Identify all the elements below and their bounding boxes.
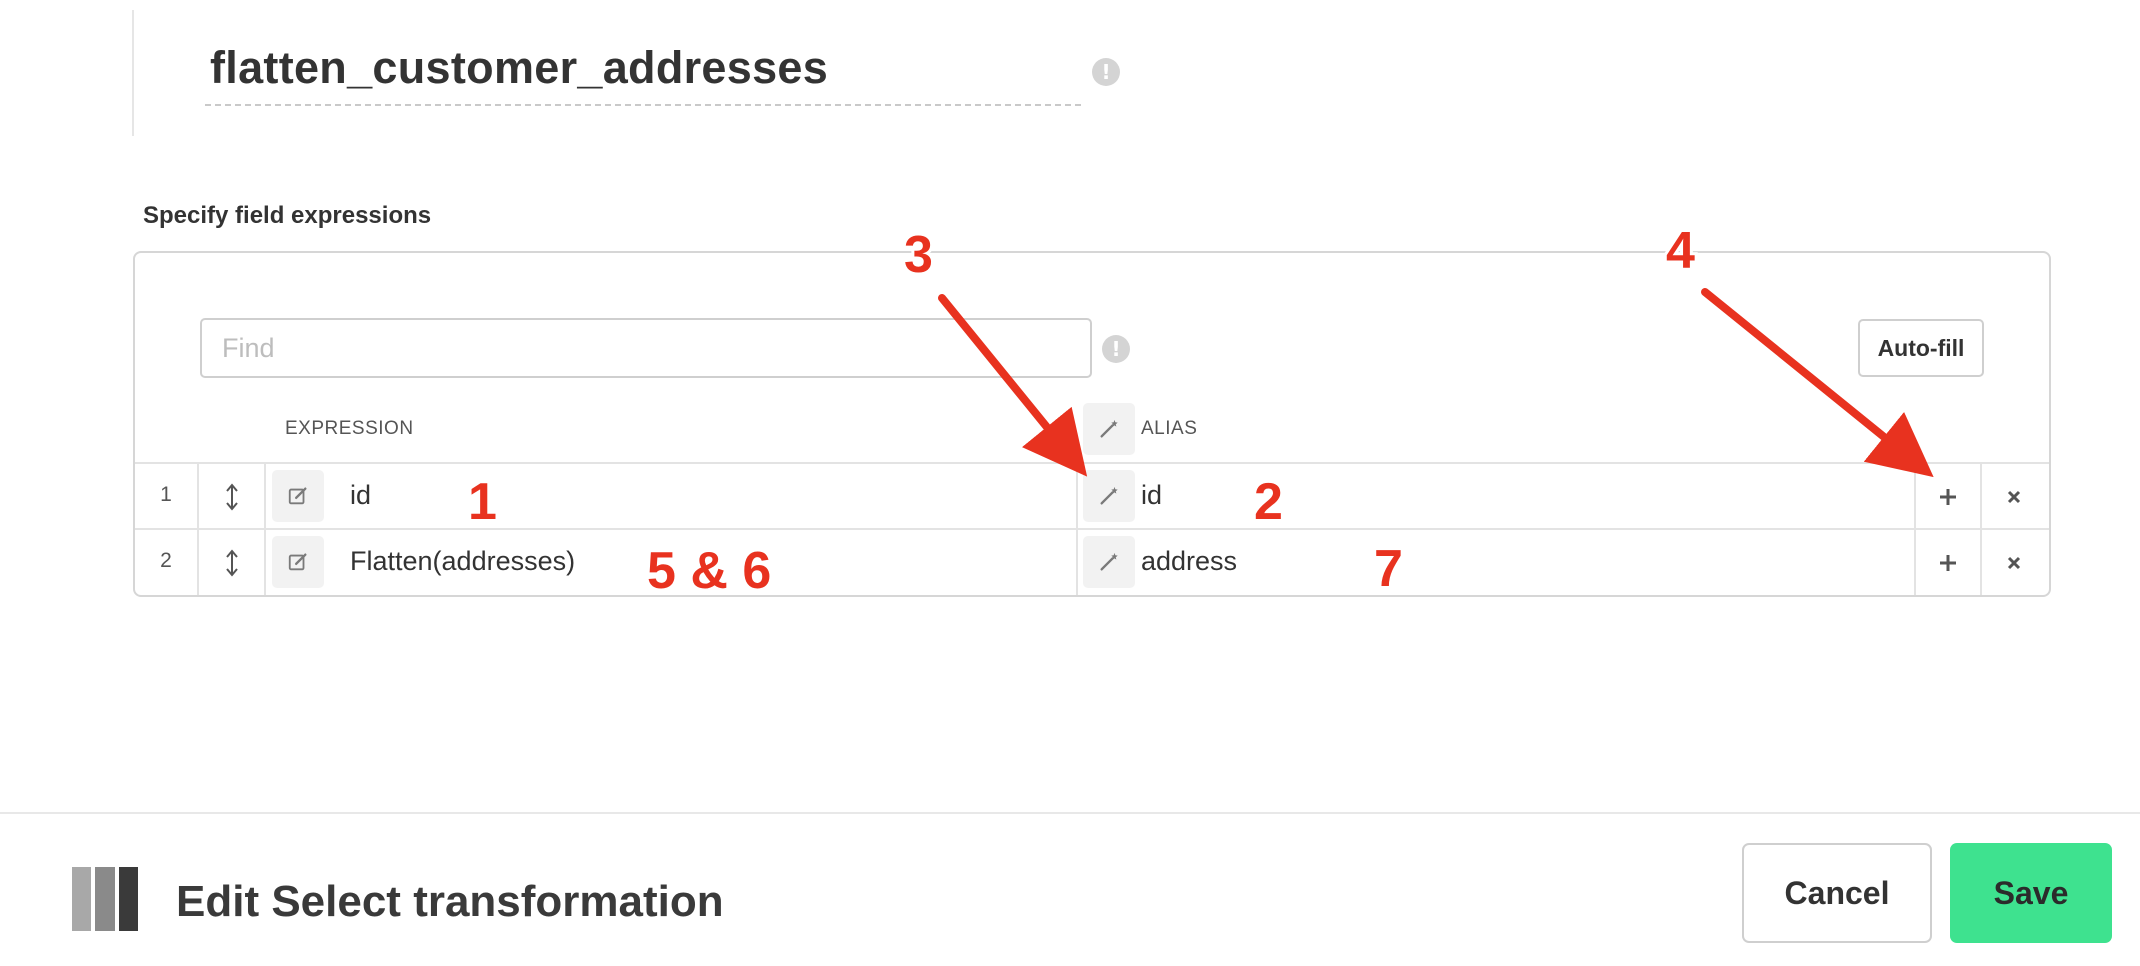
section-title: Specify field expressions [143,202,432,229]
find-input[interactable] [200,318,1092,378]
column-header-alias: ALIAS [1141,418,1198,439]
edit-icon[interactable] [272,536,324,588]
info-icon[interactable]: ! [1102,335,1130,363]
transformation-name-field[interactable]: flatten_customer_addresses [205,36,1081,106]
plus-icon[interactable] [1930,480,1966,514]
edit-icon[interactable] [272,470,324,522]
column-divider [1076,463,1078,595]
footer-title: Edit Select transformation [176,877,724,926]
info-icon[interactable]: ! [1092,58,1120,86]
cancel-button[interactable]: Cancel [1742,843,1932,943]
plus-icon[interactable] [1930,546,1966,580]
autofill-button[interactable]: Auto-fill [1858,319,1984,377]
transform-logo-icon [72,867,138,931]
drag-handle-icon[interactable] [212,480,252,514]
table-row-divider [135,528,2049,530]
footer-divider [0,812,2140,814]
magic-wand-icon[interactable] [1083,536,1135,588]
column-divider [197,463,199,595]
name-left-rule [132,10,134,136]
column-divider [264,463,266,595]
close-icon[interactable] [1996,480,2032,514]
close-icon[interactable] [1996,546,2032,580]
drag-handle-icon[interactable] [212,546,252,580]
transformation-name: flatten_customer_addresses [210,42,829,93]
magic-wand-icon[interactable] [1083,470,1135,522]
expression-value[interactable]: Flatten(addresses) [350,546,575,577]
table-row-divider [135,462,2049,464]
alias-value[interactable]: address [1141,546,1237,577]
column-divider [1914,463,1916,595]
column-header-expression: EXPRESSION [285,418,414,439]
save-button[interactable]: Save [1950,843,2112,943]
magic-wand-icon[interactable] [1083,403,1135,455]
alias-value[interactable]: id [1141,480,1162,511]
row-index: 1 [160,483,172,506]
row-index: 2 [160,549,172,572]
column-divider [1980,463,1982,595]
expression-value[interactable]: id [350,480,371,511]
